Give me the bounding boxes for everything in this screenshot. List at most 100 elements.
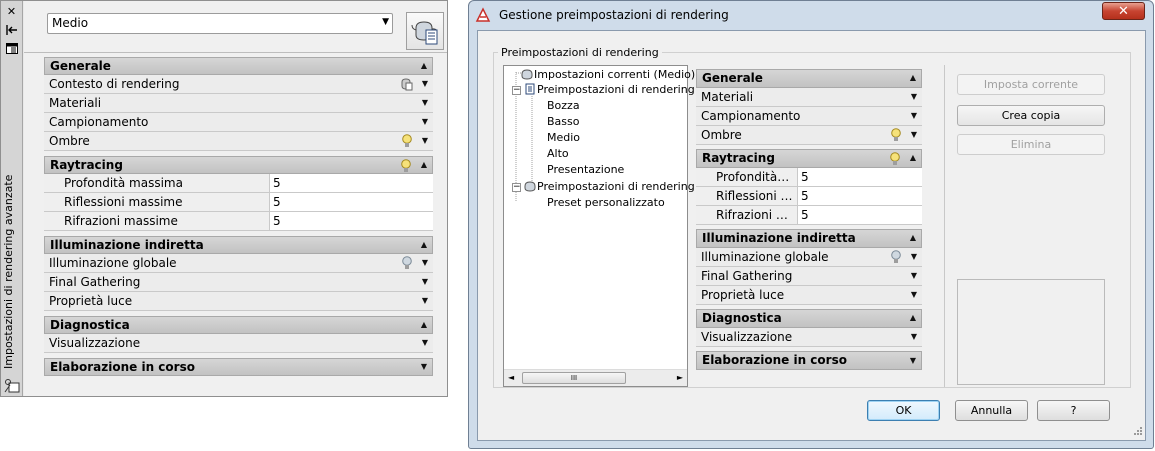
row-proprieta-luce[interactable]: Proprietà luce ▼ [44,292,433,311]
cancel-button[interactable]: Annulla [955,400,1028,421]
expand-icon[interactable]: ▼ [910,356,916,365]
section-header-generale[interactable]: Generale ▲ [696,69,922,88]
lightbulb-off-icon[interactable] [401,256,413,270]
chevron-down-icon[interactable]: ▼ [422,296,428,305]
section-header-elaborazione[interactable]: Elaborazione in corso ▼ [696,351,922,370]
row-contesto-rendering[interactable]: Contesto di rendering ▼ [44,75,433,94]
dialog-titlebar[interactable]: Gestione preimpostazioni di rendering ✕ [469,1,1153,29]
row-illuminazione-globale[interactable]: Illuminazione globale ▼ [696,248,922,267]
tree-item-custom-presets[interactable]: Preimpostazioni di rendering p [523,180,705,193]
palette-properties-icon[interactable] [4,41,19,55]
tree-item-standard-presets[interactable]: Preimpostazioni di rendering s [523,83,704,96]
chevron-down-icon[interactable]: ▼ [422,79,428,88]
tree-item-basso[interactable]: Basso [547,115,579,128]
row-visualizzazione[interactable]: Visualizzazione ▼ [696,328,922,347]
chevron-down-icon[interactable]: ▼ [911,271,917,280]
set-current-button[interactable]: Imposta corrente [957,74,1105,95]
palette-autohide-icon[interactable] [4,23,19,37]
row-illuminazione-globale[interactable]: Illuminazione globale ▼ [44,254,433,273]
chevron-down-icon[interactable]: ▼ [911,252,917,261]
section-header-raytracing[interactable]: Raytracing ▲ [44,156,433,174]
chevron-down-icon[interactable]: ▼ [422,117,428,126]
palette-render-icon[interactable] [4,379,20,393]
lightbulb-on-icon[interactable] [889,152,901,166]
prop-value-input[interactable]: 5 [798,187,922,205]
section-header-raytracing[interactable]: Raytracing ▲ [696,149,922,168]
lightbulb-on-icon[interactable] [400,159,412,173]
tree-collapse-icon[interactable]: − [512,183,521,192]
expand-icon[interactable]: ▼ [421,362,427,371]
chevron-down-icon[interactable]: ▼ [422,277,428,286]
prop-rifrazioni-massime[interactable]: Rifrazioni massime 5 [44,212,433,231]
create-copy-button[interactable]: Crea copia [957,105,1105,126]
tree-item-bozza[interactable]: Bozza [547,99,580,112]
ok-button[interactable]: OK [867,400,940,421]
chevron-down-icon[interactable]: ▼ [911,92,917,101]
collapse-icon[interactable]: ▲ [421,240,427,249]
resize-grip-icon[interactable] [1131,426,1143,438]
help-button[interactable]: ? [1037,400,1110,421]
preset-select[interactable]: Medio ▼ [47,13,393,34]
palette-close-icon[interactable]: ✕ [4,4,19,18]
collapse-icon[interactable]: ▲ [910,153,916,162]
row-ombre[interactable]: Ombre ▼ [44,132,433,151]
prop-value-input[interactable]: 5 [798,206,922,224]
row-final-gathering[interactable]: Final Gathering ▼ [44,273,433,292]
tree-item-presentazione[interactable]: Presentazione [547,163,624,176]
tree-collapse-icon[interactable]: − [512,86,521,95]
chevron-down-icon[interactable]: ▼ [911,332,917,341]
lightbulb-on-icon[interactable] [890,128,902,142]
row-proprieta-luce[interactable]: Proprietà luce ▼ [696,286,922,305]
row-ombre[interactable]: Ombre ▼ [696,126,922,145]
lightbulb-off-icon[interactable] [890,250,902,264]
row-final-gathering[interactable]: Final Gathering ▼ [696,267,922,286]
row-campionamento[interactable]: Campionamento ▼ [696,107,922,126]
section-header-illuminazione[interactable]: Illuminazione indiretta ▲ [44,236,433,254]
scroll-thumb[interactable]: III [522,372,626,384]
section-header-generale[interactable]: Generale ▲ [44,57,433,75]
tree-item-medio[interactable]: Medio [547,131,580,144]
prop-profondita-massima[interactable]: Profondità m... 5 [696,168,922,187]
tree-horizontal-scrollbar[interactable]: ◄ III ► [504,369,687,386]
prop-riflessioni-massime[interactable]: Riflessioni m... 5 [696,187,922,206]
prop-value-input[interactable]: 5 [270,193,433,211]
scroll-left-icon[interactable]: ◄ [508,373,514,382]
section-header-diagnostica[interactable]: Diagnostica ▲ [696,309,922,328]
chevron-down-icon[interactable]: ▼ [422,258,428,267]
delete-button[interactable]: Elimina [957,134,1105,155]
tree-item-current[interactable]: Impostazioni correnti (Medio) [520,68,695,81]
chevron-down-icon[interactable]: ▼ [422,338,428,347]
chevron-down-icon[interactable]: ▼ [911,290,917,299]
collapse-icon[interactable]: ▲ [421,160,427,169]
prop-riflessioni-massime[interactable]: Riflessioni massime 5 [44,193,433,212]
tree-item-alto[interactable]: Alto [547,147,569,160]
collapse-icon[interactable]: ▲ [421,320,427,329]
section-header-diagnostica[interactable]: Diagnostica ▲ [44,316,433,334]
section-header-elaborazione[interactable]: Elaborazione in corso ▼ [44,358,433,376]
chevron-down-icon[interactable]: ▼ [422,98,428,107]
collapse-icon[interactable]: ▲ [910,73,916,82]
chevron-down-icon[interactable]: ▼ [911,111,917,120]
prop-value-input[interactable]: 5 [270,212,433,230]
lightbulb-on-icon[interactable] [401,134,413,148]
tree-item-preset-personalizzato[interactable]: Preset personalizzato [547,196,665,209]
row-materiali[interactable]: Materiali ▼ [44,94,433,113]
prop-profondita-massima[interactable]: Profondità massima 5 [44,174,433,193]
render-context-icon[interactable] [399,77,413,91]
collapse-icon[interactable]: ▲ [910,313,916,322]
render-presets-manager-button[interactable] [406,12,444,50]
prop-value-input[interactable]: 5 [798,168,922,186]
section-header-illuminazione[interactable]: Illuminazione indiretta ▲ [696,229,922,248]
row-visualizzazione[interactable]: Visualizzazione ▼ [44,334,433,353]
chevron-down-icon[interactable]: ▼ [422,136,428,145]
collapse-icon[interactable]: ▲ [421,61,427,70]
collapse-icon[interactable]: ▲ [910,233,916,242]
prop-rifrazioni-massime[interactable]: Rifrazioni ma... 5 [696,206,922,225]
scroll-right-icon[interactable]: ► [677,373,683,382]
row-campionamento[interactable]: Campionamento ▼ [44,113,433,132]
chevron-down-icon[interactable]: ▼ [911,130,917,139]
prop-value-input[interactable]: 5 [270,174,433,192]
presets-tree[interactable]: Impostazioni correnti (Medio) − Preimpos… [503,65,705,387]
close-button[interactable]: ✕ [1102,2,1145,20]
row-materiali[interactable]: Materiali ▼ [696,88,922,107]
